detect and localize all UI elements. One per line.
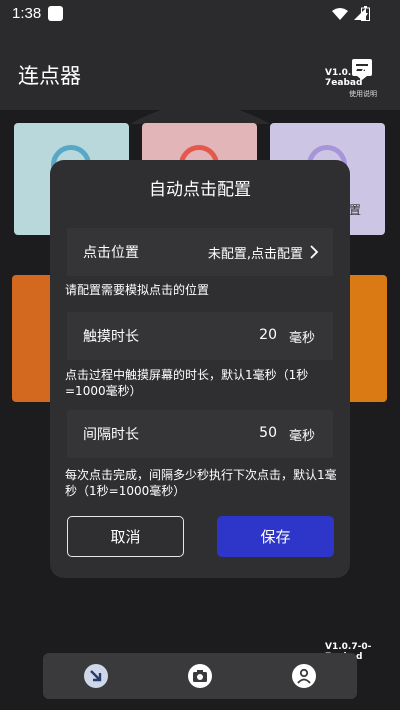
- profile-icon[interactable]: [291, 663, 317, 689]
- chevron-right-icon: [310, 245, 319, 259]
- camera-icon[interactable]: [187, 663, 213, 689]
- interval-row: 间隔时长 50 毫秒: [67, 410, 333, 458]
- cancel-button[interactable]: 取消: [67, 516, 184, 557]
- click-position-value: 未配置,点击配置: [207, 247, 303, 262]
- bottom-nav: [43, 653, 357, 699]
- click-position-row[interactable]: 点击位置 未配置,点击配置: [67, 228, 333, 276]
- touch-duration-hint: 点击过程中触摸屏幕的时长，默认1毫秒（1秒=1000毫秒）: [65, 368, 309, 398]
- status-bar: 1:38: [0, 0, 400, 30]
- interval-input[interactable]: 50: [259, 425, 277, 441]
- click-position-label: 点击位置: [83, 245, 139, 261]
- app-title: 连点器: [18, 64, 81, 88]
- click-pointer-icon[interactable]: [83, 663, 109, 689]
- auto-click-config-dialog: 自动点击配置 点击位置 未配置,点击配置 请配置需要模拟点击的位置 触摸时长 2…: [50, 160, 350, 578]
- interval-hint: 每次点击完成，间隔多少秒执行下次点击，默认1毫秒（1秒=1000毫秒）: [65, 468, 337, 498]
- notification-icon: [48, 6, 63, 21]
- status-time: 1:38: [12, 5, 42, 22]
- wifi-icon: [332, 8, 348, 20]
- click-position-hint: 请配置需要模拟点击的位置: [65, 283, 210, 297]
- header-notch: [130, 104, 270, 124]
- touch-duration-input[interactable]: 20: [259, 327, 277, 343]
- touch-duration-row: 触摸时长 20 毫秒: [67, 312, 333, 360]
- banner-left: [12, 275, 52, 402]
- tile-3-label: 置: [348, 203, 361, 217]
- banner-right: [350, 275, 387, 402]
- touch-duration-label: 触摸时长: [83, 329, 139, 345]
- save-button[interactable]: 保存: [217, 516, 334, 557]
- version-label: V1.0.7-0-7eabad: [325, 68, 372, 88]
- battery-icon: [361, 6, 370, 21]
- help-label[interactable]: 使用说明: [349, 89, 377, 99]
- interval-unit: 毫秒: [288, 429, 315, 444]
- dialog-title: 自动点击配置: [149, 180, 251, 200]
- touch-duration-unit: 毫秒: [288, 331, 315, 346]
- interval-label: 间隔时长: [83, 427, 139, 443]
